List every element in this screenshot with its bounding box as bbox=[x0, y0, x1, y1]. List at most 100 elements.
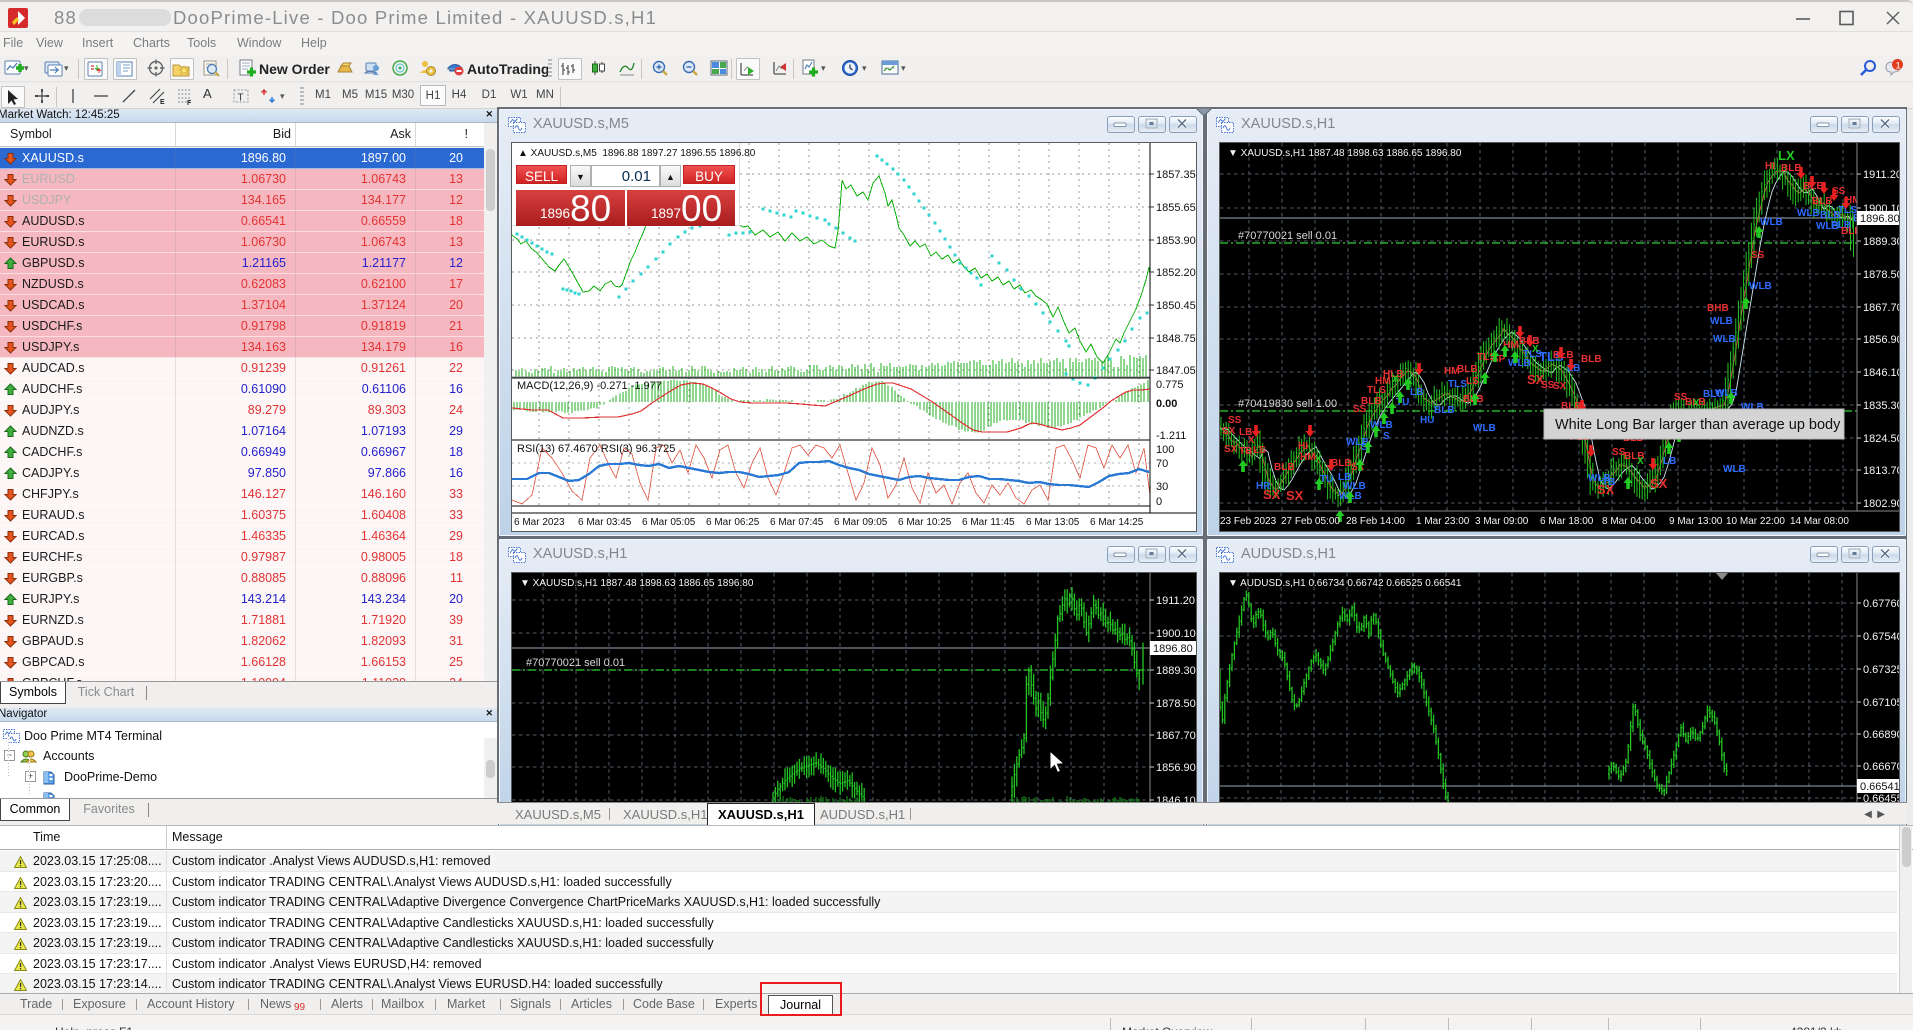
svg-text:S: S bbox=[1383, 431, 1390, 442]
svg-text:6 Mar 10:25: 6 Mar 10:25 bbox=[898, 517, 952, 528]
svg-text:1900.10: 1900.10 bbox=[1156, 628, 1196, 640]
svg-text:E: E bbox=[160, 99, 165, 106]
svg-text:#70419830 sell 1.00: #70419830 sell 1.00 bbox=[1238, 398, 1337, 410]
svg-text:SS: SS bbox=[1751, 250, 1765, 261]
svg-text:8 Mar 04:00: 8 Mar 04:00 bbox=[1602, 516, 1656, 527]
svg-text:70: 70 bbox=[1156, 458, 1168, 470]
svg-text:1847.05: 1847.05 bbox=[1156, 365, 1196, 377]
svg-text:1867.70: 1867.70 bbox=[1863, 302, 1900, 314]
svg-text:BLB: BLB bbox=[1457, 364, 1478, 375]
svg-text:1850.45: 1850.45 bbox=[1156, 300, 1196, 312]
svg-text:1802.90: 1802.90 bbox=[1863, 498, 1900, 510]
svg-text:1852.20: 1852.20 bbox=[1156, 267, 1196, 279]
svg-text:X: X bbox=[1315, 454, 1322, 465]
svg-text:WLB: WLB bbox=[1713, 334, 1736, 345]
svg-text:1853.90: 1853.90 bbox=[1156, 235, 1196, 247]
svg-text:SX: SX bbox=[1286, 488, 1304, 503]
svg-text:6 Mar 03:45: 6 Mar 03:45 bbox=[578, 517, 632, 528]
svg-text:6 Mar 2023: 6 Mar 2023 bbox=[514, 517, 565, 528]
svg-text:1824.50: 1824.50 bbox=[1863, 433, 1900, 445]
svg-text:RSI(13) 67.4670 RSI(3) 96.372: RSI(13) 67.4670 RSI(3) 96.3725 bbox=[517, 443, 675, 455]
svg-text:WLB: WLB bbox=[1749, 281, 1772, 292]
svg-text:LS: LS bbox=[1253, 445, 1266, 456]
svg-text:BLB: BLB bbox=[1812, 196, 1833, 207]
svg-text:▼ XAUUSD.s,H1 1887.48 1898.63: ▼ XAUUSD.s,H1 1887.48 1898.63 1886.65 18… bbox=[520, 578, 754, 589]
svg-text:White Long Bar larger than ave: White Long Bar larger than average up bo… bbox=[1555, 417, 1841, 433]
svg-text:TB: TB bbox=[1602, 477, 1615, 488]
svg-text:WLB: WLB bbox=[1723, 464, 1746, 475]
svg-text:6 Mar 13:05: 6 Mar 13:05 bbox=[1026, 517, 1080, 528]
svg-text:1856.90: 1856.90 bbox=[1156, 762, 1196, 774]
svg-text:6 Mar 07:45: 6 Mar 07:45 bbox=[770, 517, 824, 528]
svg-text:1867.70: 1867.70 bbox=[1156, 730, 1196, 742]
svg-text:3 Mar 09:00: 3 Mar 09:00 bbox=[1475, 516, 1529, 527]
svg-text:HI: HI bbox=[1298, 441, 1308, 452]
svg-text:1896.80: 1896.80 bbox=[1153, 643, 1193, 655]
svg-text:T: T bbox=[238, 93, 244, 104]
svg-text:0.775: 0.775 bbox=[1156, 379, 1184, 391]
svg-text:100: 100 bbox=[1156, 444, 1174, 456]
svg-text:WLB: WLB bbox=[1816, 221, 1839, 232]
svg-text:0.66541: 0.66541 bbox=[1860, 781, 1900, 793]
svg-text:1835.30: 1835.30 bbox=[1863, 400, 1900, 412]
svg-text:▼ XAUUSD.s,H1 1887.48 1898.63: ▼ XAUUSD.s,H1 1887.48 1898.63 1886.65 18… bbox=[1228, 148, 1462, 159]
svg-text:28 Feb 14:00: 28 Feb 14:00 bbox=[1346, 516, 1405, 527]
svg-text:0.66670: 0.66670 bbox=[1863, 761, 1900, 773]
svg-text:30: 30 bbox=[1156, 481, 1168, 493]
svg-text:SX: SX bbox=[1224, 444, 1238, 455]
svg-text:TU: TU bbox=[1396, 397, 1409, 408]
svg-text:1911.20: 1911.20 bbox=[1863, 169, 1900, 181]
svg-text:#70770021 sell 0.01: #70770021 sell 0.01 bbox=[1238, 230, 1337, 242]
svg-text:1857.35: 1857.35 bbox=[1156, 169, 1196, 181]
svg-text:SX: SX bbox=[1650, 476, 1668, 491]
svg-text:WLB: WLB bbox=[1760, 217, 1783, 228]
svg-text:6 Mar 06:25: 6 Mar 06:25 bbox=[706, 517, 760, 528]
svg-text:1896.80: 1896.80 bbox=[1860, 213, 1900, 225]
svg-text:TB: TB bbox=[1239, 446, 1252, 457]
svg-text:10 Mar 22:00: 10 Mar 22:00 bbox=[1726, 516, 1785, 527]
svg-text:SX: SX bbox=[1553, 381, 1567, 392]
svg-text:HI: HI bbox=[1765, 161, 1775, 172]
svg-text:0.00: 0.00 bbox=[1156, 398, 1177, 410]
svg-text:LB: LB bbox=[1410, 387, 1423, 398]
svg-text:1878.50: 1878.50 bbox=[1863, 269, 1900, 281]
svg-text:BLB: BLB bbox=[1361, 396, 1382, 407]
svg-text:1889.30: 1889.30 bbox=[1156, 665, 1196, 677]
svg-text:6 Mar 11:45: 6 Mar 11:45 bbox=[962, 517, 1015, 528]
svg-text:TLS: TLS bbox=[1448, 379, 1467, 390]
svg-text:0.67760: 0.67760 bbox=[1863, 598, 1900, 610]
svg-text:1848.75: 1848.75 bbox=[1156, 333, 1196, 345]
svg-text:LS: LS bbox=[1466, 376, 1479, 387]
svg-text:WLB: WLB bbox=[1473, 423, 1496, 434]
svg-text:WLB: WLB bbox=[1710, 316, 1733, 327]
svg-text:WLB: WLB bbox=[1508, 358, 1531, 369]
svg-text:1 Mar 23:00: 1 Mar 23:00 bbox=[1416, 516, 1470, 527]
svg-text:LB: LB bbox=[1567, 363, 1580, 374]
svg-text:▼ AUDUSD.s,H1 0.66734 0.66742: ▼ AUDUSD.s,H1 0.66734 0.66742 0.66525 0.… bbox=[1228, 578, 1462, 589]
svg-text:X: X bbox=[1532, 344, 1539, 355]
svg-text:0.67325: 0.67325 bbox=[1863, 664, 1900, 676]
svg-text:0.67540: 0.67540 bbox=[1863, 631, 1900, 643]
svg-text:MACD(12,26,9) -0.271 -1.977: MACD(12,26,9) -0.271 -1.977 bbox=[517, 380, 662, 392]
svg-text:WLB: WLB bbox=[1797, 208, 1820, 219]
svg-text:LX: LX bbox=[1778, 148, 1795, 163]
svg-text:BLB: BLB bbox=[1331, 458, 1352, 469]
svg-text:6 Mar 05:05: 6 Mar 05:05 bbox=[642, 517, 696, 528]
svg-text:SX: SX bbox=[1222, 426, 1236, 437]
svg-text:BLB: BLB bbox=[1781, 163, 1802, 174]
svg-text:1889.30: 1889.30 bbox=[1863, 236, 1900, 248]
svg-text:0.67105: 0.67105 bbox=[1863, 697, 1900, 709]
svg-text:BLB: BLB bbox=[1581, 354, 1602, 365]
svg-text:HU: HU bbox=[1420, 415, 1434, 426]
svg-text:SS: SS bbox=[1228, 415, 1242, 426]
svg-text:0: 0 bbox=[1156, 496, 1162, 508]
svg-text:BLB: BLB bbox=[1274, 462, 1295, 473]
svg-text:1878.50: 1878.50 bbox=[1156, 698, 1196, 710]
svg-text:1: 1 bbox=[1896, 61, 1901, 71]
svg-text:X: X bbox=[1637, 456, 1644, 467]
svg-text:X: X bbox=[1392, 374, 1399, 385]
svg-text:BHB: BHB bbox=[1707, 303, 1729, 314]
svg-text:SX: SX bbox=[1263, 487, 1281, 502]
svg-text:1856.90: 1856.90 bbox=[1863, 334, 1900, 346]
svg-text:#70770021 sell 0.01: #70770021 sell 0.01 bbox=[526, 657, 625, 669]
